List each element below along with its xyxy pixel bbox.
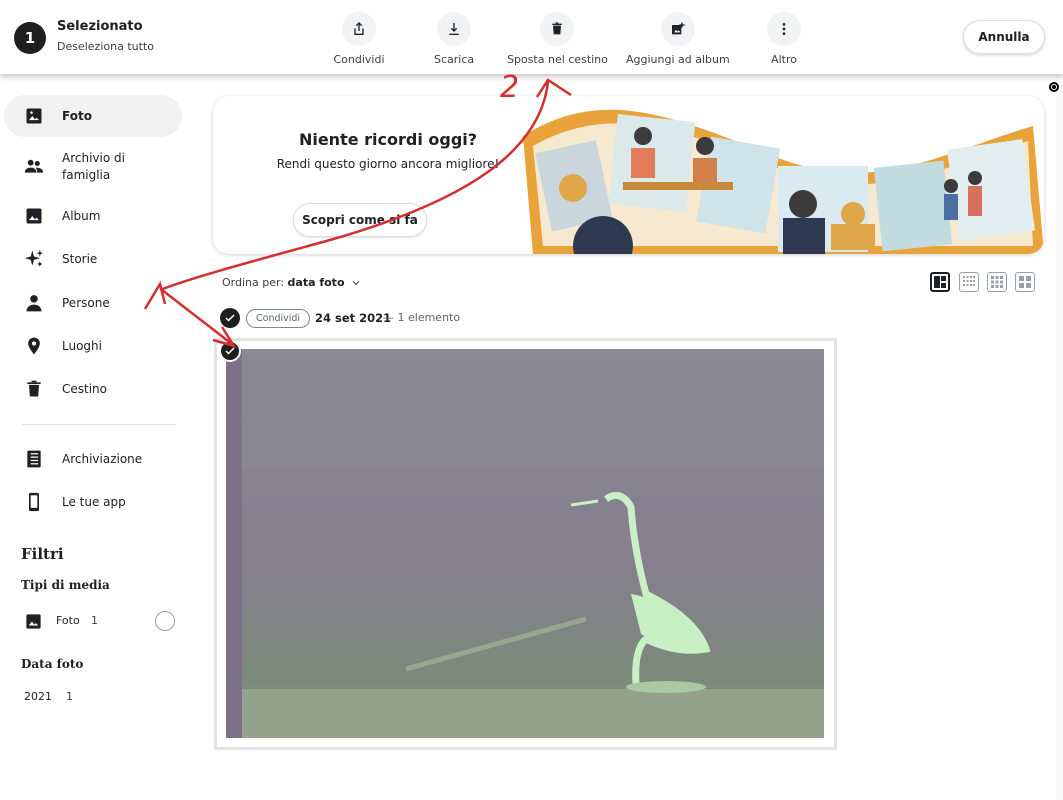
download-label: Scarica: [434, 53, 475, 66]
sidebar-item-label: Foto: [62, 108, 92, 123]
view-compact-button[interactable]: [959, 272, 979, 292]
filters-title: Filtri: [21, 545, 64, 563]
share-icon: [342, 12, 376, 46]
sidebar-divider: [22, 424, 176, 425]
media-filter-photos[interactable]: Foto 1: [24, 611, 184, 633]
more-vert-icon: [767, 12, 801, 46]
sidebar-item-your-apps[interactable]: Le tue app: [4, 481, 182, 523]
sidebar-item-places[interactable]: Luoghi: [4, 325, 182, 367]
date-group-label: 24 set 2021: [315, 311, 392, 325]
date-group-count: — 1 elemento: [383, 311, 461, 324]
add-to-album-label: Aggiungi ad album: [626, 53, 730, 66]
photo-icon: [24, 106, 44, 126]
year-filter-count: 1: [66, 690, 73, 703]
media-filter-radio[interactable]: [155, 611, 175, 631]
sidebar-item-photos[interactable]: Foto: [4, 95, 182, 137]
year-filter-label: 2021: [24, 690, 52, 703]
storage-icon: [24, 449, 44, 469]
grid-square-icon: [1019, 276, 1031, 288]
scroll-indicator-icon[interactable]: [1049, 82, 1059, 92]
sidebar-item-stories[interactable]: Storie: [4, 238, 182, 280]
chevron-down-icon: [352, 280, 360, 285]
share-button[interactable]: Condividi: [333, 12, 385, 66]
date-group-checkbox[interactable]: [220, 308, 240, 328]
sidebar-item-storage[interactable]: Archiviazione: [4, 438, 182, 480]
add-to-album-button[interactable]: Aggiungi ad album: [626, 12, 730, 66]
view-square-button[interactable]: [1015, 272, 1035, 292]
sidebar-item-label: Archiviazione: [62, 451, 143, 466]
sidebar-item-label: Persone: [62, 295, 110, 310]
location-pin-icon: [24, 336, 44, 356]
sidebar-item-label: Album: [62, 208, 101, 223]
add-to-album-icon: [660, 12, 695, 46]
selected-title: Selezionato: [57, 19, 143, 34]
year-filter-2021[interactable]: 2021 1: [24, 690, 73, 703]
media-filter-label: Foto: [56, 614, 80, 627]
banner-title: Niente ricordi oggi?: [298, 130, 478, 149]
media-filter-count: 1: [91, 614, 98, 627]
download-button[interactable]: Scarica: [434, 12, 474, 66]
sidebar-item-trash[interactable]: Cestino: [4, 368, 182, 410]
view-comfortable-button[interactable]: [930, 272, 950, 292]
share-chip[interactable]: Condividi: [246, 309, 311, 328]
sidebar-nav: Foto Archivio di famiglia Album Storie P…: [0, 74, 200, 800]
more-label: Altro: [771, 53, 797, 66]
sidebar-item-albums[interactable]: Album: [4, 195, 182, 237]
share-label: Condividi: [333, 53, 385, 66]
grid-large-icon: [934, 276, 946, 288]
discover-how-button[interactable]: Scopri come si fa: [293, 203, 427, 237]
sort-prefix: Ordina per:: [222, 276, 285, 289]
view-medium-button[interactable]: [987, 272, 1007, 292]
grid-medium-icon: [991, 276, 1003, 288]
download-icon: [437, 12, 472, 46]
memories-banner: Niente ricordi oggi? Rendi questo giorno…: [213, 96, 1044, 254]
sidebar-item-label: Archivio di famiglia: [62, 151, 125, 182]
sidebar-item-people[interactable]: Persone: [4, 282, 182, 324]
banner-text: Rendi questo giorno ancora migliore!: [276, 157, 500, 171]
sort-value: data foto: [287, 276, 345, 289]
phone-icon: [24, 492, 44, 512]
photo-date-title: Data foto: [21, 657, 84, 671]
sparkle-icon: [24, 249, 44, 269]
sidebar-item-label: Luoghi: [62, 338, 102, 353]
sidebar-item-label: Cestino: [62, 381, 107, 396]
photo-thumbnail[interactable]: [226, 349, 824, 738]
selection-toolbar: 1 Selezionato Deseleziona tutto Condivid…: [0, 0, 1063, 74]
selected-count-badge: 1: [14, 22, 46, 54]
person-icon: [24, 293, 44, 313]
cancel-button[interactable]: Annulla: [963, 20, 1045, 54]
deselect-all-link[interactable]: Deseleziona tutto: [57, 40, 154, 53]
photo-select-checkbox[interactable]: [219, 340, 241, 362]
egret-photo: [226, 349, 824, 738]
grid-small-icon: [963, 276, 975, 286]
sidebar-item-family-archive[interactable]: Archivio di famiglia: [4, 145, 182, 189]
trash-icon: [24, 379, 44, 399]
move-to-trash-label: Sposta nel cestino: [507, 53, 608, 66]
scrollbar-track[interactable]: [1056, 74, 1063, 800]
trash-icon: [540, 12, 575, 46]
people-icon: [24, 156, 44, 176]
album-icon: [24, 206, 44, 226]
more-button[interactable]: Altro: [767, 12, 801, 66]
photo-icon: [24, 612, 43, 635]
check-icon: [225, 347, 235, 355]
media-types-title: Tipi di media: [21, 578, 110, 592]
sidebar-item-label: Storie: [62, 251, 98, 266]
sidebar-item-label: Le tue app: [62, 494, 126, 509]
sort-dropdown[interactable]: Ordina per: data foto: [222, 276, 361, 289]
move-to-trash-button[interactable]: Sposta nel cestino: [507, 12, 608, 66]
check-icon: [225, 314, 235, 322]
film-strip-illustration: [523, 109, 1044, 254]
